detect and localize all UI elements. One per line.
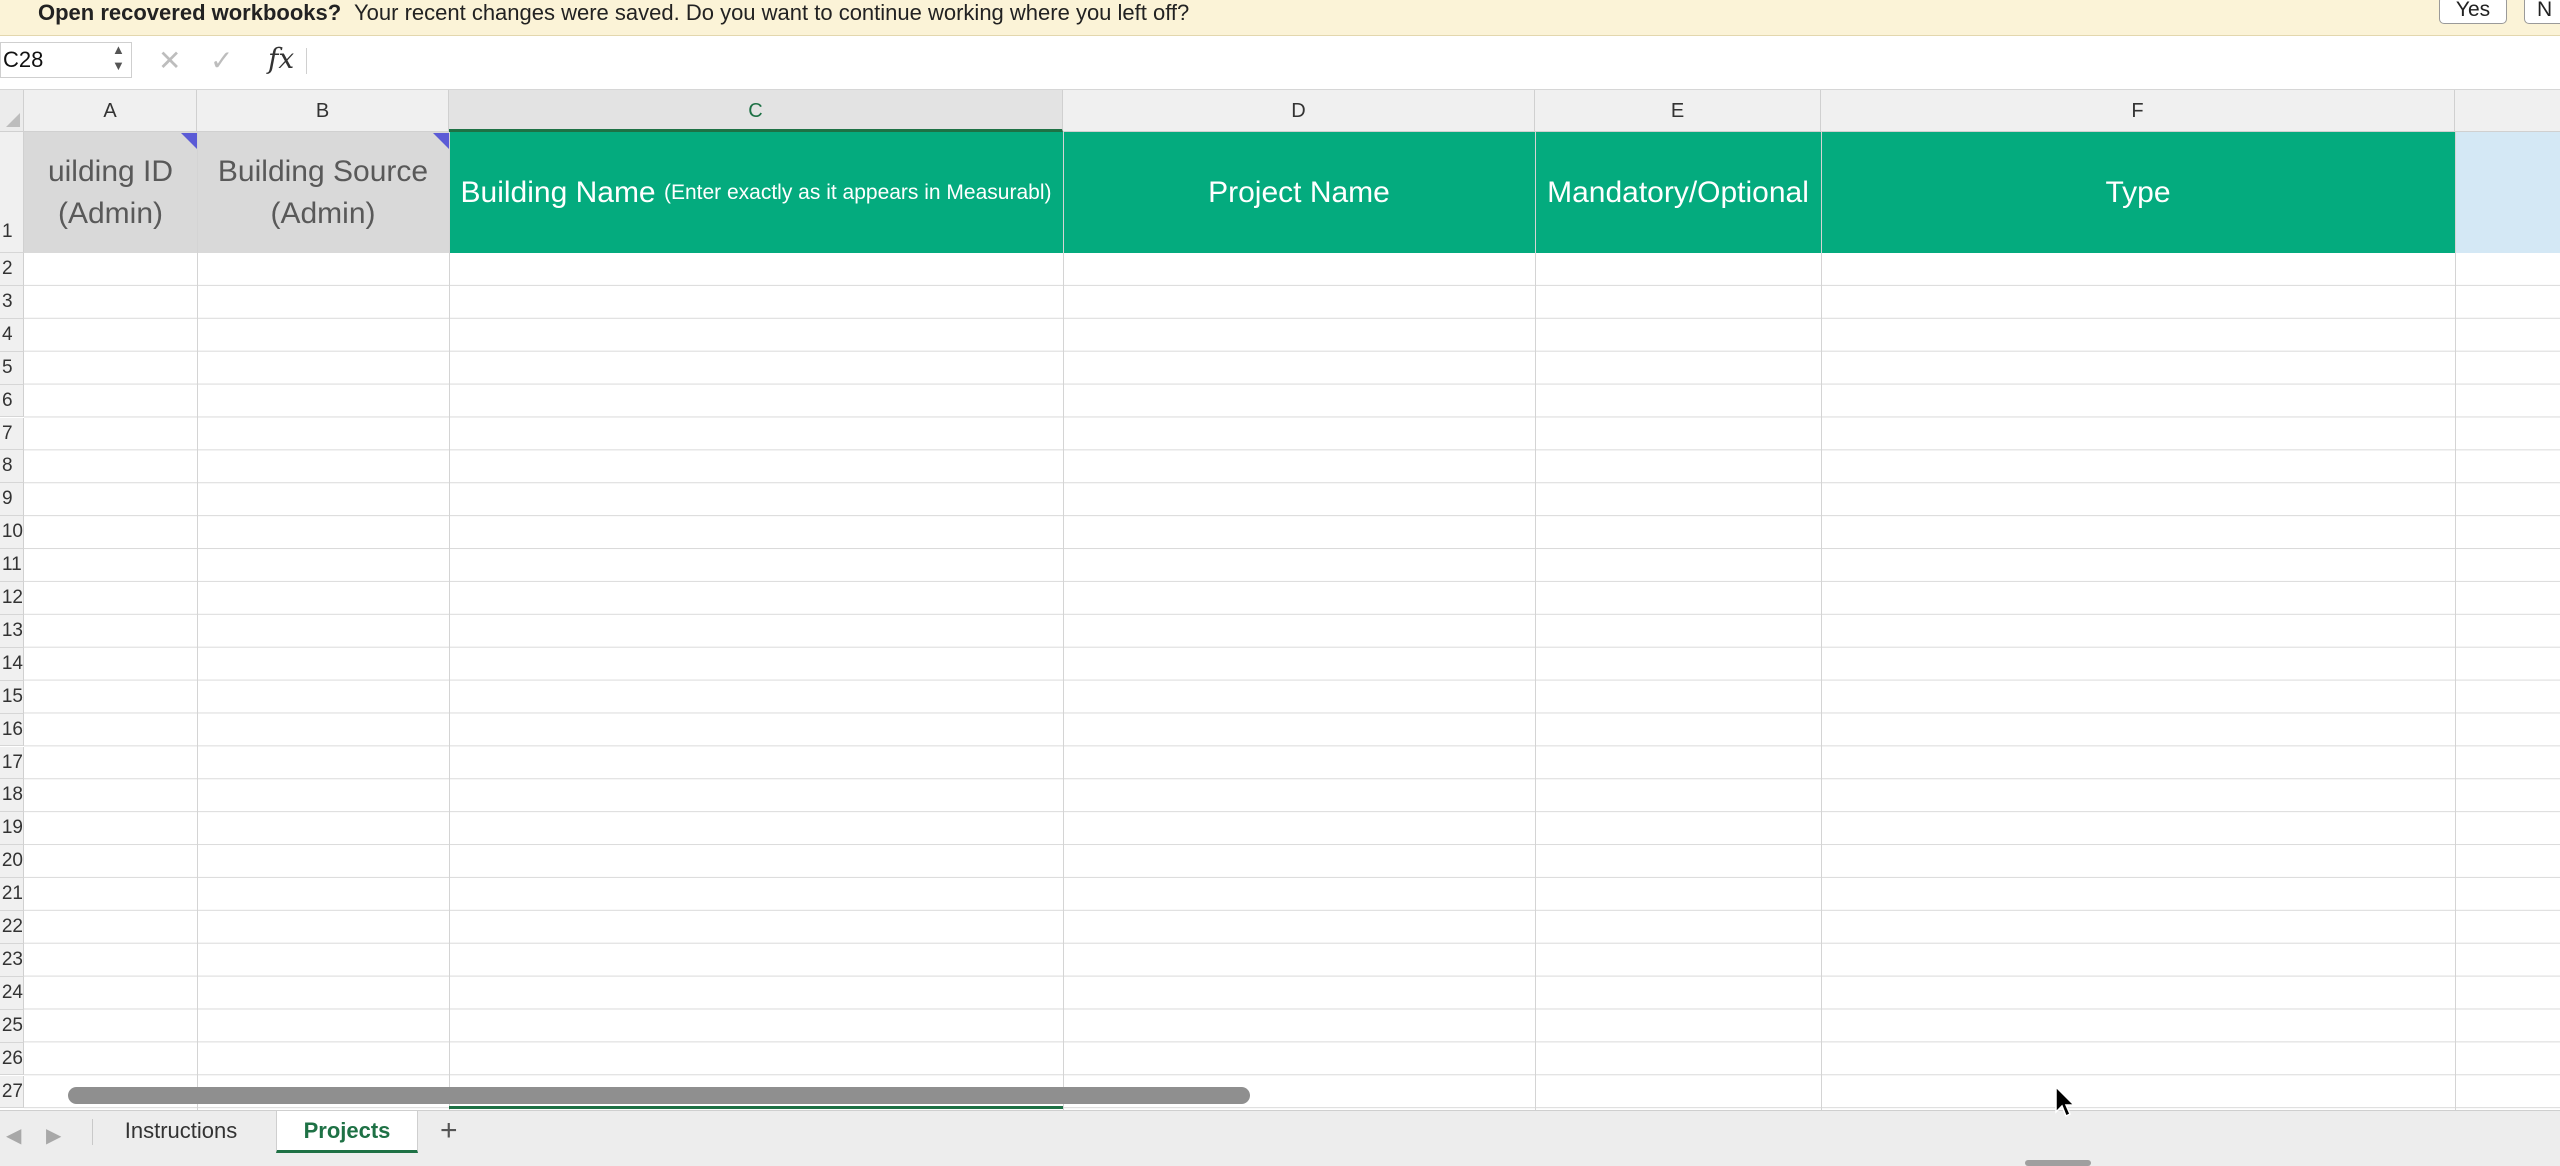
recovery-title: Open recovered workbooks? (38, 0, 342, 25)
column-header-e[interactable]: E (1535, 90, 1821, 132)
column-header-g[interactable] (2455, 90, 2560, 132)
header-a-line2: (Admin) (57, 196, 163, 230)
row-header-8[interactable]: 8 (0, 450, 24, 484)
formula-separator (306, 48, 307, 74)
formula-bar: C28 ▲ ▼ ✕ ✓ fx (0, 36, 2560, 90)
row-header-9[interactable]: 9 (0, 483, 24, 517)
header-building-name: Building Name (460, 175, 656, 209)
selected-cell-indicator (449, 1106, 1063, 1109)
row-header-10[interactable]: 10 (0, 516, 24, 550)
cell-d1[interactable]: Project Name (1063, 132, 1535, 253)
recovery-info-bar: Open recovered workbooks? Your recent ch… (0, 0, 2560, 36)
column-divider (1535, 132, 1536, 1110)
previous-sheet-icon[interactable]: ◀ (6, 1123, 21, 1148)
cell-b1[interactable]: Building Source (Admin) (197, 132, 449, 253)
row-header-26[interactable]: 26 (0, 1042, 24, 1076)
row-header-3[interactable]: 3 (0, 285, 24, 319)
row-header-27[interactable]: 27 (0, 1075, 24, 1109)
row-header-14[interactable]: 14 (0, 647, 24, 681)
header-a-line1: uilding ID (47, 154, 174, 188)
row-header-19[interactable]: 19 (0, 812, 24, 846)
tab-instructions[interactable]: Instructions (93, 1111, 269, 1153)
next-sheet-icon[interactable]: ▶ (46, 1123, 61, 1148)
column-divider (2455, 132, 2456, 1110)
column-header-a[interactable]: A (24, 90, 197, 132)
tab-projects[interactable]: Projects (276, 1111, 418, 1153)
close-icon[interactable]: ✕ (158, 44, 181, 77)
header-b-line2: (Admin) (270, 196, 376, 230)
cell-a1[interactable]: uilding ID (Admin) (24, 132, 197, 253)
row-header-6[interactable]: 6 (0, 384, 24, 418)
recovery-message: Your recent changes were saved. Do you w… (354, 0, 1190, 25)
checkmark-icon[interactable]: ✓ (210, 44, 233, 77)
row-header-4[interactable]: 4 (0, 318, 24, 352)
mouse-pointer-icon (2055, 1086, 2076, 1118)
no-button[interactable]: N (2524, 0, 2560, 24)
header-type: Type (2105, 175, 2171, 209)
row-header-15[interactable]: 15 (0, 680, 24, 714)
comment-indicator-a1[interactable] (181, 133, 197, 149)
column-divider (197, 132, 198, 1110)
row-header-20[interactable]: 20 (0, 845, 24, 879)
row-header-16[interactable]: 16 (0, 713, 24, 747)
row-header-7[interactable]: 7 (0, 417, 24, 451)
row-header-22[interactable]: 22 (0, 911, 24, 944)
cell-f1[interactable]: Type (1821, 132, 2455, 253)
cell-g1[interactable] (2455, 132, 2560, 253)
fx-icon[interactable]: fx (268, 42, 294, 75)
row-header-5[interactable]: 5 (0, 351, 24, 385)
row-header-11[interactable]: 11 (0, 549, 24, 582)
row-header-18[interactable]: 18 (0, 779, 24, 813)
row-header-25[interactable]: 25 (0, 1009, 24, 1043)
header-project-name: Project Name (1208, 175, 1390, 209)
row-header-2[interactable]: 2 (0, 253, 24, 286)
row-header-13[interactable]: 13 (0, 614, 24, 648)
chevron-up-icon: ▲ (112, 42, 125, 57)
yes-button[interactable]: Yes (2439, 0, 2507, 24)
horizontal-scrollbar-thumb[interactable] (68, 1087, 1250, 1104)
row-header-1[interactable]: 1 (0, 132, 24, 253)
row-header-12[interactable]: 12 (0, 582, 24, 615)
comment-indicator-b1[interactable] (433, 133, 449, 149)
status-scroll-thumb[interactable] (2025, 1160, 2091, 1166)
cell-e1[interactable]: Mandatory/Optional (1535, 132, 1821, 253)
column-header-b[interactable]: B (197, 90, 449, 132)
row-header-24[interactable]: 24 (0, 976, 24, 1010)
row-header-21[interactable]: 21 (0, 878, 24, 911)
chevron-down-icon: ▼ (112, 58, 125, 73)
column-divider (449, 132, 450, 1110)
sheet-tab-bar: ◀ ▶ Instructions Projects + (0, 1110, 2560, 1166)
column-divider (1821, 132, 1822, 1110)
row-header-23[interactable]: 23 (0, 943, 24, 977)
header-b-line1: Building Source (217, 154, 429, 188)
header-mandatory-optional: Mandatory/Optional (1547, 175, 1809, 209)
name-box-stepper[interactable]: ▲ ▼ (112, 42, 125, 74)
select-all-corner[interactable] (0, 90, 24, 132)
row-header-17[interactable]: 17 (0, 746, 24, 780)
header-building-name-note: (Enter exactly as it appears in Measurab… (663, 180, 1052, 204)
cell-grid[interactable] (24, 253, 2560, 1110)
add-sheet-button[interactable]: + (440, 1113, 458, 1149)
column-divider (1063, 132, 1064, 1110)
cell-c1[interactable]: Building Name (Enter exactly as it appea… (449, 132, 1063, 253)
column-header-d[interactable]: D (1063, 90, 1535, 132)
column-header-f[interactable]: F (1821, 90, 2455, 132)
column-header-c[interactable]: C (449, 90, 1063, 132)
